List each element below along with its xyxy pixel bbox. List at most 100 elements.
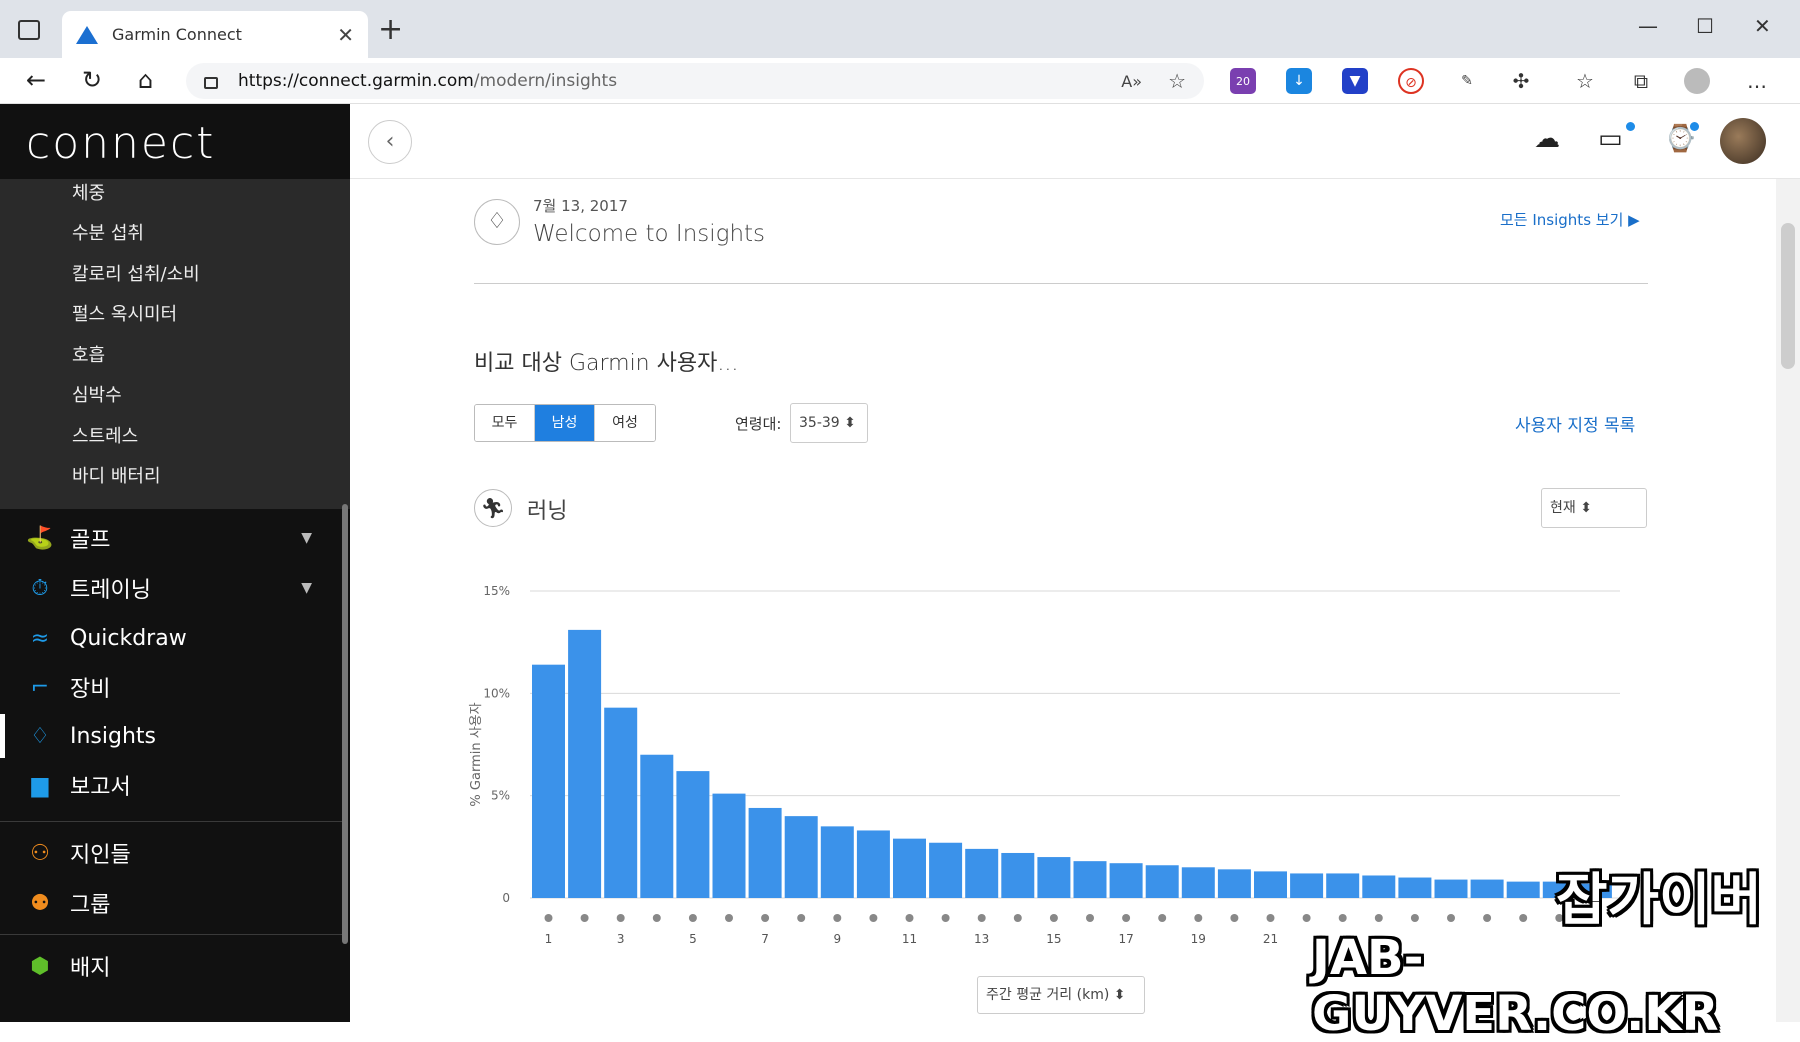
x-axis-metric-value: 주간 평균 거리 (km) bbox=[986, 987, 1110, 1003]
sidebar-item-quickdraw[interactable]: ≈ Quickdraw bbox=[0, 616, 342, 660]
insight-date: 7월 13, 2017 bbox=[533, 197, 628, 215]
page-scrollbar-thumb[interactable] bbox=[1781, 223, 1795, 369]
y-tick-label: 10% bbox=[483, 686, 510, 700]
browser-tab[interactable]: Garmin Connect ✕ bbox=[62, 11, 368, 58]
upload-cloud-icon[interactable]: ☁ bbox=[1534, 124, 1560, 154]
bin-dot-marker bbox=[1086, 914, 1094, 922]
y-axis-label: % Garmin 사용자 bbox=[469, 702, 484, 806]
segment-female[interactable]: 여성 bbox=[595, 405, 655, 441]
arrow-extension-icon[interactable]: ▼ bbox=[1342, 68, 1368, 94]
segment-male[interactable]: 남성 bbox=[535, 405, 595, 441]
sidebar-item-groups[interactable]: ⚉ 그룹 bbox=[0, 881, 342, 925]
chart-bar bbox=[1181, 867, 1215, 898]
x-axis-metric-select[interactable]: 주간 평균 거리 (km) ⬍ bbox=[977, 976, 1145, 1014]
new-tab-icon[interactable]: + bbox=[378, 12, 403, 47]
sidebar-item-training[interactable]: ⏱ 트레이닝 ▼ bbox=[0, 566, 342, 610]
x-tick-label: 3 bbox=[617, 932, 625, 946]
bin-dot-marker bbox=[652, 914, 661, 922]
all-insights-link[interactable]: 모든 Insights 보기 ▶ bbox=[1500, 209, 1640, 230]
extension-badge-icon[interactable]: 20 bbox=[1230, 68, 1256, 94]
activity-label: 러닝 bbox=[527, 499, 568, 524]
bin-dot-marker bbox=[688, 914, 697, 922]
sidebar-item-golf[interactable]: ⛳ 골프 ▼ bbox=[0, 516, 342, 560]
sidebar-item-badges[interactable]: ⬢ 배지 bbox=[0, 944, 342, 988]
bin-dot-marker bbox=[1410, 914, 1419, 922]
bin-dot-marker bbox=[544, 914, 553, 922]
collections-icon[interactable]: ⧉ bbox=[1628, 68, 1654, 94]
avatar[interactable] bbox=[1720, 118, 1766, 164]
section-divider bbox=[474, 283, 1648, 284]
clip-extension-icon[interactable]: ✎ bbox=[1454, 68, 1480, 94]
sidebar-scrollbar[interactable] bbox=[342, 504, 348, 944]
url-path: /modern/insights bbox=[473, 71, 618, 91]
chart-bar bbox=[1362, 875, 1396, 898]
block-extension-icon[interactable]: ⊘ bbox=[1398, 68, 1424, 94]
maximize-icon[interactable]: ☐ bbox=[1696, 14, 1714, 38]
sidebar-subitem-calories[interactable]: 칼로리 섭취/소비 bbox=[72, 260, 200, 286]
sidebar-item-label: 보고서 bbox=[70, 775, 131, 800]
sidebar-item-reports[interactable]: ▆ 보고서 bbox=[0, 763, 342, 807]
close-tab-icon[interactable]: ✕ bbox=[337, 23, 354, 47]
chart-bar bbox=[856, 830, 890, 898]
inbox-notification-dot bbox=[1626, 122, 1635, 131]
sidebar-subitem-stress[interactable]: 스트레스 bbox=[72, 422, 138, 448]
bin-dot-marker bbox=[1230, 914, 1239, 922]
home-icon[interactable]: ⌂ bbox=[138, 66, 153, 94]
bin-dot-marker bbox=[1447, 914, 1455, 922]
x-tick-label: 21 bbox=[1263, 932, 1278, 946]
x-tick-label: 15 bbox=[1046, 932, 1061, 946]
age-select[interactable]: 35-39 ⬍ bbox=[790, 403, 868, 443]
sidebar-subitem-hydration[interactable]: 수분 섭취 bbox=[72, 219, 144, 245]
sidebar-item-label: Insights bbox=[70, 723, 157, 749]
bin-dot-marker bbox=[1302, 914, 1311, 922]
sidebar-item-gear[interactable]: ⌐ 장비 bbox=[0, 665, 342, 709]
reload-icon[interactable]: ↻ bbox=[82, 66, 102, 94]
chart-bar bbox=[965, 848, 999, 898]
page-scrollbar[interactable] bbox=[1776, 179, 1800, 1022]
segment-all[interactable]: 모두 bbox=[475, 405, 535, 441]
close-window-icon[interactable]: ✕ bbox=[1754, 14, 1771, 38]
back-icon[interactable]: ← bbox=[26, 66, 46, 94]
compare-heading: 비교 대상 Garmin 사용자... bbox=[474, 351, 739, 376]
url-bar[interactable]: https://connect.garmin.com/modern/insigh… bbox=[186, 63, 1204, 99]
chart-bar bbox=[1470, 879, 1504, 898]
sidebar-subitem-body-battery[interactable]: 바디 배터리 bbox=[72, 462, 161, 488]
x-tick-label: 1 bbox=[545, 932, 553, 946]
insight-title: Welcome to Insights bbox=[533, 221, 766, 247]
lightbulb-icon: ♢ bbox=[30, 723, 50, 749]
sidebar-item-label: 장비 bbox=[70, 677, 111, 702]
y-tick-label: 15% bbox=[483, 584, 510, 598]
chart-bar bbox=[1145, 865, 1179, 898]
bin-dot-marker bbox=[905, 914, 914, 922]
sidebar-subitem-pulse-ox[interactable]: 펄스 옥시미터 bbox=[72, 300, 177, 326]
sidebar-subitem-respiration[interactable]: 호흡 bbox=[72, 341, 105, 367]
collapse-sidebar-button[interactable]: ‹ bbox=[368, 120, 412, 164]
favorite-star-icon[interactable]: ☆ bbox=[1168, 69, 1186, 93]
inbox-icon[interactable]: ▭ bbox=[1598, 124, 1623, 154]
download-extension-icon[interactable]: ↓ bbox=[1286, 68, 1312, 94]
sidebar-subitem-heart-rate[interactable]: 심박수 bbox=[72, 381, 122, 407]
sidebar-item-label: 골프 bbox=[70, 528, 111, 553]
more-menu-icon[interactable]: … bbox=[1744, 68, 1770, 94]
running-distance-chart: 05%10%15%% Garmin 사용자1 3 5 7 9 11 13 15 17 19 21 bbox=[469, 584, 1620, 946]
custom-list-link[interactable]: 사용자 지정 목록 bbox=[1515, 411, 1635, 436]
sidebar-toggle-icon[interactable] bbox=[18, 20, 40, 40]
connect-logo[interactable]: connect bbox=[26, 118, 215, 169]
sort-arrows-icon: ⬍ bbox=[1113, 987, 1126, 1003]
browser-tab-strip: Garmin Connect ✕ + — ☐ ✕ bbox=[0, 0, 1800, 58]
sort-arrows-icon: ⬍ bbox=[1580, 500, 1592, 516]
gender-segmented-control: 모두 남성 여성 bbox=[474, 404, 656, 442]
sidebar-subitem-weight[interactable]: 체중 bbox=[72, 179, 105, 205]
sidebar-item-insights[interactable]: ♢ Insights bbox=[0, 714, 342, 758]
profile-icon[interactable] bbox=[1684, 68, 1710, 94]
favorites-icon[interactable]: ☆ bbox=[1572, 68, 1598, 94]
minimize-icon[interactable]: — bbox=[1638, 14, 1658, 38]
bin-dot-marker bbox=[616, 914, 625, 922]
extensions-icon[interactable]: ✣ bbox=[1508, 68, 1534, 94]
chart-bar bbox=[1290, 873, 1324, 898]
sidebar-item-connections[interactable]: ⚇ 지인들 bbox=[0, 831, 342, 875]
period-select[interactable]: 현재 ⬍ bbox=[1541, 488, 1647, 528]
read-aloud-icon[interactable]: A» bbox=[1121, 72, 1142, 91]
quickdraw-icon: ≈ bbox=[30, 625, 50, 651]
bin-dot-marker bbox=[1013, 914, 1022, 922]
